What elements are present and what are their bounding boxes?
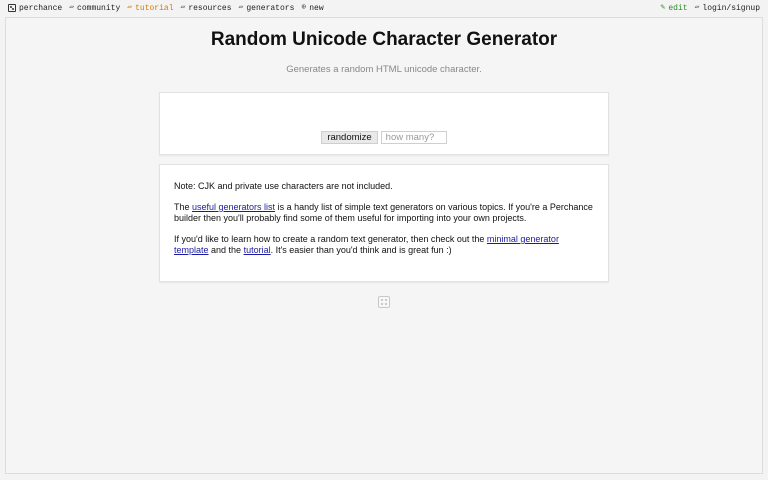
people-icon: ▱ <box>69 3 75 12</box>
dice-icon[interactable] <box>378 296 390 308</box>
nav-edit-label: edit <box>668 3 688 13</box>
nav-community-label: community <box>77 3 121 13</box>
pencil-icon: ✎ <box>660 3 666 12</box>
nav-tutorial-label: tutorial <box>135 3 174 13</box>
top-navigation-bar: perchance ▱ community ▱ tutorial ▱ resou… <box>0 0 768 16</box>
nav-right: ✎ edit ▱ login/signup <box>661 4 760 13</box>
folder-icon: ▱ <box>180 3 186 12</box>
info-text: . It's easier than you'd think and is gr… <box>270 245 452 255</box>
note-label: Note: CJK and private use characters are… <box>174 181 393 191</box>
page-subtitle: Generates a random HTML unicode characte… <box>286 64 482 75</box>
nav-login[interactable]: ▱ login/signup <box>695 4 760 13</box>
randomize-button[interactable]: randomize <box>321 131 378 144</box>
nav-resources[interactable]: ▱ resources <box>181 4 232 13</box>
info-card: Note: CJK and private use characters are… <box>159 164 609 282</box>
info-text: If you'd like to learn how to create a r… <box>174 234 487 244</box>
nav-login-label: login/signup <box>702 3 760 13</box>
output-controls: randomize <box>160 131 608 144</box>
how-many-input[interactable] <box>380 131 447 144</box>
book-icon: ▱ <box>127 3 133 12</box>
info-paragraph-tutorial: If you'd like to learn how to create a r… <box>174 234 594 256</box>
plus-circle-icon: ⊕ <box>301 3 307 12</box>
nav-generators-label: generators <box>246 3 295 13</box>
tutorial-link[interactable]: tutorial <box>244 245 271 255</box>
nav-perchance[interactable]: perchance <box>8 4 62 13</box>
nav-left: perchance ▱ community ▱ tutorial ▱ resou… <box>8 4 324 13</box>
nav-community[interactable]: ▱ community <box>69 4 120 13</box>
note-text: Note: CJK and private use characters are… <box>174 181 594 192</box>
nav-new[interactable]: ⊕ new <box>301 4 323 13</box>
info-text: The <box>174 202 193 212</box>
dice-icon <box>8 4 16 12</box>
info-paragraph-generators: The useful generators list is a handy li… <box>174 202 594 224</box>
info-text: and the <box>208 245 244 255</box>
output-card: randomize <box>159 92 609 155</box>
page-title: Random Unicode Character Generator <box>210 29 558 50</box>
grid-icon: ▱ <box>238 3 244 12</box>
nav-perchance-label: perchance <box>19 3 63 13</box>
useful-generators-link[interactable]: useful generators list <box>192 202 275 212</box>
user-icon: ▱ <box>694 3 700 12</box>
nav-resources-label: resources <box>188 3 232 13</box>
nav-new-label: new <box>309 3 324 13</box>
nav-edit[interactable]: ✎ edit <box>661 4 688 13</box>
nav-generators[interactable]: ▱ generators <box>239 4 295 13</box>
nav-tutorial[interactable]: ▱ tutorial <box>127 4 173 13</box>
